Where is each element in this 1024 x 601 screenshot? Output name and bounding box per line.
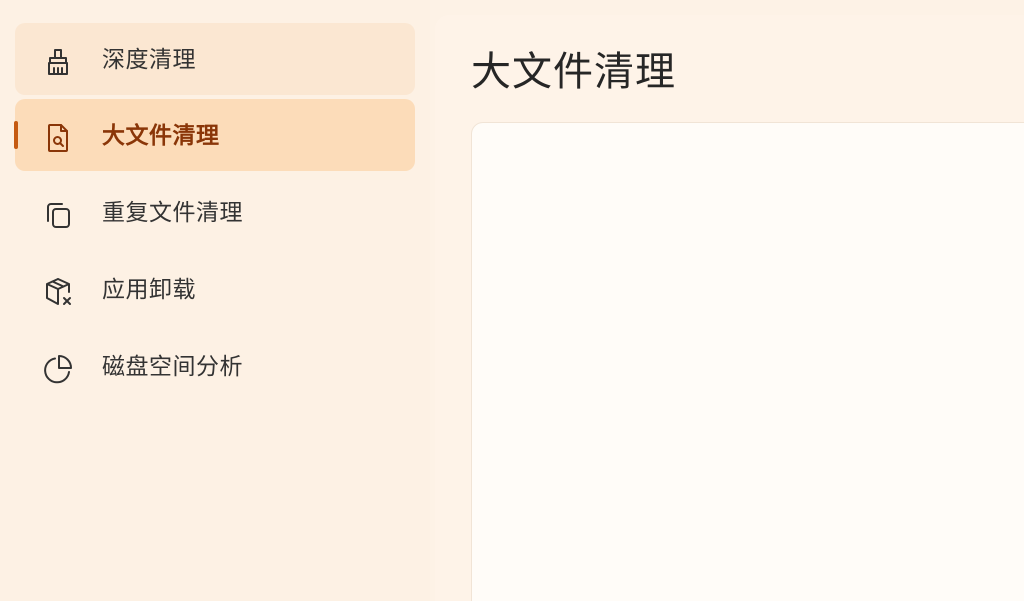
sidebar: 深度清理 大文件清理 重复文件清理 应用卸载 磁盘空间分析 bbox=[0, 0, 430, 601]
sidebar-item-duplicate-file-clean[interactable]: 重复文件清理 bbox=[15, 176, 415, 248]
sidebar-item-disk-analysis[interactable]: 磁盘空间分析 bbox=[15, 330, 415, 402]
page-title: 大文件清理 bbox=[471, 49, 676, 95]
sidebar-item-deep-clean[interactable]: 深度清理 bbox=[15, 23, 415, 95]
sidebar-item-label: 深度清理 bbox=[102, 47, 196, 73]
sidebar-item-label: 重复文件清理 bbox=[102, 200, 243, 226]
sidebar-item-large-file-clean[interactable]: 大文件清理 bbox=[14, 99, 415, 171]
sidebar-item-label: 大文件清理 bbox=[102, 123, 220, 149]
sidebar-item-label: 磁盘空间分析 bbox=[102, 354, 243, 380]
content-card bbox=[471, 122, 1024, 601]
main-panel: 大文件清理 bbox=[435, 15, 1024, 601]
pie-chart-icon bbox=[41, 352, 75, 386]
sidebar-item-app-uninstall[interactable]: 应用卸载 bbox=[15, 253, 415, 325]
app-window: 深度清理 大文件清理 重复文件清理 应用卸载 磁盘空间分析 大文件清理 bbox=[0, 0, 1024, 601]
copy-icon bbox=[41, 198, 75, 232]
active-indicator bbox=[14, 121, 18, 149]
file-search-icon bbox=[41, 121, 75, 155]
sidebar-item-label: 应用卸载 bbox=[102, 277, 196, 303]
package-remove-icon bbox=[41, 275, 75, 309]
broom-icon bbox=[41, 45, 75, 79]
